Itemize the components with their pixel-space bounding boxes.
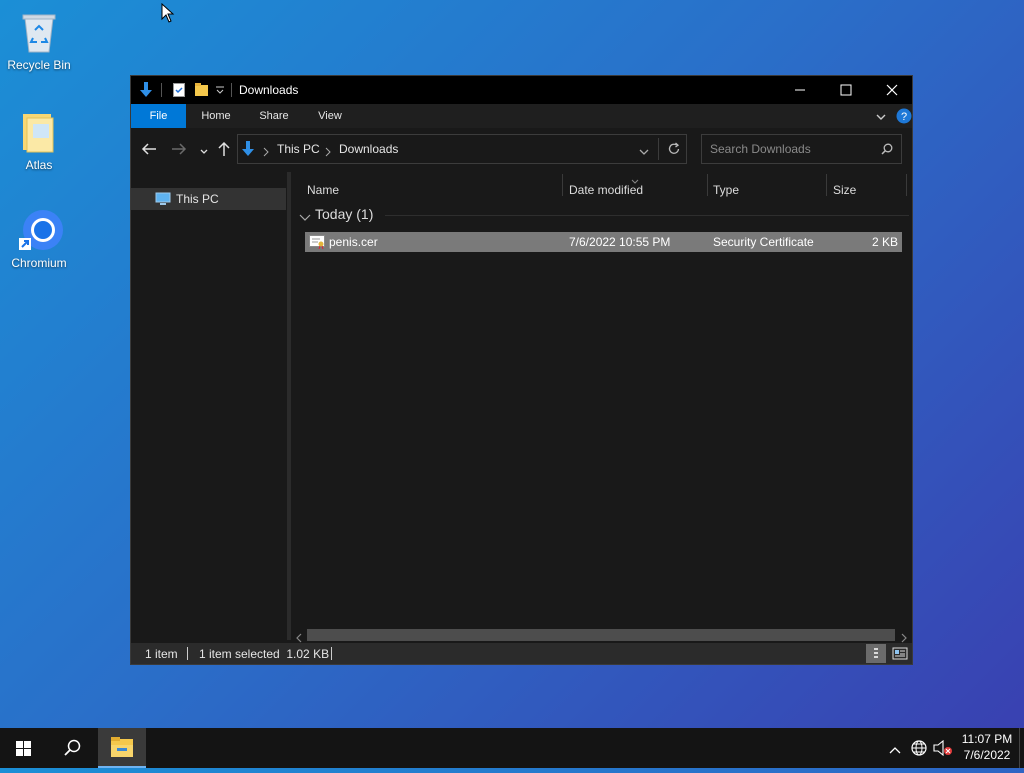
ribbon-tabs: File Home Share View ? bbox=[131, 104, 912, 128]
downloads-arrow-icon bbox=[139, 82, 153, 101]
file-list-pane: Name Date modified Type Size Today (1) p… bbox=[291, 172, 912, 640]
search-icon bbox=[881, 143, 893, 158]
downloads-location-icon bbox=[241, 141, 255, 162]
title-separator bbox=[231, 83, 232, 97]
breadcrumb-downloads[interactable]: Downloads bbox=[339, 142, 398, 156]
details-view-button[interactable] bbox=[866, 644, 886, 663]
status-separator bbox=[331, 647, 332, 660]
properties-icon[interactable] bbox=[173, 83, 185, 100]
file-size: 2 KB bbox=[871, 235, 898, 249]
tab-share[interactable]: Share bbox=[249, 104, 299, 128]
group-divider bbox=[385, 215, 909, 216]
desktop-icon-label: Atlas bbox=[25, 158, 53, 172]
tab-view[interactable]: View bbox=[305, 104, 355, 128]
show-desktop-button[interactable] bbox=[1019, 728, 1024, 768]
taskbar: 11:07 PM 7/6/2022 bbox=[0, 728, 1024, 768]
column-header-type[interactable]: Type bbox=[713, 180, 823, 200]
column-header-name[interactable]: Name bbox=[307, 180, 557, 200]
table-row[interactable]: penis.cer 7/6/2022 10:55 PM Security Cer… bbox=[305, 232, 902, 252]
recent-locations-dropdown[interactable] bbox=[199, 144, 209, 162]
status-item-count: 1 item bbox=[145, 647, 178, 661]
desktop-icon-atlas[interactable]: Atlas bbox=[1, 110, 77, 172]
breadcrumb-this-pc[interactable]: This PC bbox=[277, 142, 320, 156]
status-bar: 1 item 1 item selected 1.02 KB bbox=[131, 643, 912, 664]
group-label: Today (1) bbox=[315, 206, 374, 222]
title-bar: Downloads bbox=[131, 76, 912, 104]
horizontal-scrollbar[interactable] bbox=[291, 627, 912, 643]
clock-date: 7/6/2022 bbox=[963, 748, 1011, 762]
new-folder-icon[interactable] bbox=[195, 83, 209, 100]
close-button[interactable] bbox=[869, 76, 915, 104]
search-input[interactable]: Search Downloads bbox=[710, 142, 811, 156]
nav-item-this-pc[interactable]: This PC bbox=[131, 188, 286, 210]
status-separator bbox=[187, 647, 188, 660]
file-name[interactable]: penis.cer bbox=[329, 232, 378, 252]
address-bar[interactable]: This PC Downloads bbox=[237, 134, 687, 164]
start-button[interactable] bbox=[0, 728, 48, 768]
column-separator[interactable] bbox=[906, 174, 907, 196]
quick-access-dropdown-icon[interactable] bbox=[215, 84, 225, 99]
folder-icon bbox=[19, 110, 59, 154]
breadcrumb-chevron-icon[interactable] bbox=[324, 144, 332, 162]
collapse-group-chevron-icon[interactable] bbox=[299, 210, 311, 228]
desktop-icon-label: Recycle Bin bbox=[7, 58, 71, 72]
taskbar-file-explorer-button[interactable] bbox=[98, 728, 146, 768]
minimize-button[interactable] bbox=[777, 76, 823, 104]
tab-file[interactable]: File bbox=[131, 104, 186, 128]
file-date-modified: 7/6/2022 10:55 PM bbox=[569, 235, 671, 249]
address-separator bbox=[658, 138, 659, 160]
desktop-icon-label: Chromium bbox=[11, 256, 67, 270]
column-separator[interactable] bbox=[562, 174, 563, 196]
network-globe-icon[interactable] bbox=[910, 739, 928, 762]
address-history-dropdown-icon[interactable] bbox=[638, 144, 650, 162]
file-type: Security Certificate bbox=[713, 235, 814, 249]
column-header-size[interactable]: Size bbox=[833, 180, 903, 200]
breadcrumb-chevron-icon[interactable] bbox=[262, 144, 270, 162]
navigation-pane: This PC bbox=[131, 172, 287, 640]
chromium-icon bbox=[19, 208, 63, 252]
clock[interactable]: 11:07 PM 7/6/2022 bbox=[958, 731, 1016, 763]
tab-home[interactable]: Home bbox=[191, 104, 241, 128]
column-header-date-modified[interactable]: Date modified bbox=[569, 180, 699, 200]
show-hidden-icons-icon[interactable] bbox=[888, 742, 902, 760]
search-box[interactable]: Search Downloads bbox=[701, 134, 902, 164]
status-selection: 1 item selected 1.02 KB bbox=[199, 647, 330, 661]
svg-text:?: ? bbox=[901, 111, 907, 123]
title-separator bbox=[161, 83, 162, 97]
mouse-cursor-icon bbox=[161, 2, 175, 28]
certificate-file-icon bbox=[309, 235, 325, 254]
search-button[interactable] bbox=[48, 728, 96, 768]
clock-time: 11:07 PM bbox=[961, 732, 1013, 746]
desktop-icon-chromium[interactable]: Chromium bbox=[1, 208, 77, 270]
window-title: Downloads bbox=[239, 83, 299, 97]
desktop-icon-recycle-bin[interactable]: Recycle Bin bbox=[1, 10, 77, 72]
forward-button[interactable] bbox=[171, 142, 187, 161]
up-button[interactable] bbox=[217, 141, 231, 162]
volume-muted-icon[interactable] bbox=[933, 739, 953, 761]
column-separator[interactable] bbox=[826, 174, 827, 196]
expand-ribbon-icon[interactable] bbox=[875, 110, 887, 128]
column-separator[interactable] bbox=[707, 174, 708, 196]
refresh-icon[interactable] bbox=[667, 142, 681, 161]
nav-item-label: This PC bbox=[176, 192, 219, 206]
recycle-bin-icon bbox=[19, 10, 59, 54]
group-header-today[interactable]: Today (1) bbox=[297, 204, 909, 226]
maximize-button[interactable] bbox=[823, 76, 869, 104]
file-explorer-window: Downloads File Home Share View ? This PC… bbox=[130, 75, 913, 665]
back-button[interactable] bbox=[141, 142, 157, 161]
help-icon[interactable]: ? bbox=[896, 108, 912, 129]
large-icons-view-button[interactable] bbox=[890, 644, 910, 663]
scrollbar-thumb[interactable] bbox=[307, 629, 895, 641]
computer-icon bbox=[155, 192, 171, 211]
